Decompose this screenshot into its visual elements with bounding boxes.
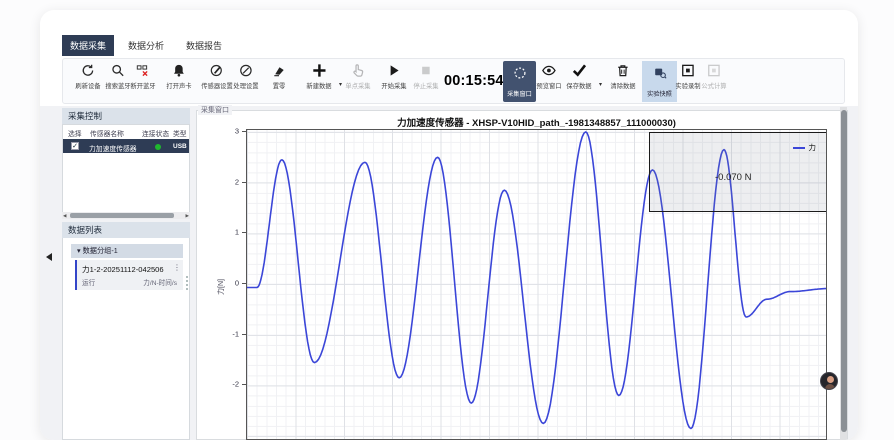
panel-splitter-handle[interactable] [186,276,188,290]
vertical-scrollbar[interactable] [840,107,847,440]
col-sensor-name: 传感器名称 [90,128,124,138]
flag-icon [272,63,287,78]
scroll-left-arrow[interactable]: ◀ [63,213,66,219]
chart-plot-area[interactable]: 力 -0.070 N [246,129,827,440]
trash-icon [616,63,631,78]
process-settings-icon [239,63,254,78]
legend-line-swatch [793,147,805,149]
search-bluetooth-button[interactable]: 搜索蓝牙 [105,63,130,90]
check-icon [571,63,587,78]
bluetooth-disconnect-icon [136,63,151,78]
scrollbar-thumb[interactable] [70,213,174,218]
sidebar-collapse-arrow[interactable] [46,253,52,261]
start-collect-button[interactable]: 开始采集 [381,63,406,90]
tab-data-report[interactable]: 数据报告 [178,35,230,56]
connection-status-dot [155,144,161,150]
dashed-circle-icon [513,66,527,85]
plus-icon [311,63,327,78]
sensor-table-header: 选择 传感器名称 连接状态 类型 [63,125,189,139]
single-point-collect-button[interactable]: 单点采集 [345,63,370,90]
app-window: 数据采集 数据分析 数据报告 刷新设备 搜索蓝牙 断开蓝牙 打开声卡 传感器设置… [40,10,858,440]
sensor-name: 力加速度传感器 [89,143,137,153]
col-select: 选择 [68,128,82,138]
sensor-type: USB [173,143,187,150]
play-icon [387,63,402,78]
main-tabs: 数据采集 数据分析 数据报告 [62,35,230,56]
hand-point-icon [351,63,366,78]
preview-window-button[interactable]: 预览窗口 [536,63,561,90]
chart-legend[interactable]: 力 [793,142,817,153]
y-tick-label: 0 [235,279,239,288]
sensor-checkbox[interactable]: ✓ [71,142,79,150]
data-item-status: 运行 [82,277,95,287]
data-item-axes: 力/N-时间/s [143,277,177,287]
process-settings-button[interactable]: 处理设置 [233,63,258,90]
col-type: 类型 [173,128,187,138]
sensor-settings-icon [209,63,224,78]
data-panel-header: 数据列表 [62,222,190,238]
chart-groupbox-label: 采集窗口 [198,105,232,115]
experiment-snapshot-button[interactable]: 实验快照 [642,61,677,102]
sensor-settings-button[interactable]: 传感器设置 [201,63,232,90]
new-data-button[interactable]: 新建数据 [306,63,331,90]
stop-icon [419,63,434,78]
toolbar: 刷新设备 搜索蓝牙 断开蓝牙 打开声卡 传感器设置 处理设置 置零 新建数据 [62,58,845,104]
save-data-dropdown-caret[interactable]: ▾ [599,81,602,88]
search-icon [111,63,126,78]
refresh-icon [81,63,96,78]
sensor-table: 选择 传感器名称 连接状态 类型 ✓ 力加速度传感器 USB [62,124,190,219]
zero-button[interactable]: 置零 [272,63,287,90]
formula-icon [707,63,722,78]
y-tick-label: 3 [235,126,239,135]
clear-data-button[interactable]: 清除数据 [610,63,635,90]
control-panel-header: 采集控制 [62,108,190,124]
bell-icon [172,63,187,78]
formula-calc-button[interactable]: 公式计算 [701,63,726,90]
legend-label: 力 [809,142,817,153]
horizontal-scrollbar[interactable]: ◀ ▶ [62,212,190,219]
eye-icon [542,63,557,78]
vertical-scrollbar-thumb[interactable] [841,110,847,432]
data-group-row[interactable]: ▾ 数据分组-1 [71,244,183,258]
experiment-record-button[interactable]: 实验录制 [675,63,700,90]
disconnect-bluetooth-button[interactable]: 断开蓝牙 [130,63,155,90]
y-axis-tick-labels: 3 2 1 0 -1 -2 [223,129,242,440]
open-soundcard-button[interactable]: 打开声卡 [166,63,191,90]
chart-title: 力加速度传感器 - XHSP-V10HID_path_-1981348857_1… [246,115,827,129]
data-item-title: 力1-2-20251112-042506 [82,264,164,275]
refresh-device-button[interactable]: 刷新设备 [75,63,100,90]
y-tick-label: 1 [235,228,239,237]
scroll-right-arrow[interactable]: ▶ [186,213,189,219]
sensor-row[interactable]: ✓ 力加速度传感器 USB [63,139,189,153]
capture-window-button[interactable]: 采集窗口 [503,61,536,102]
col-conn-status: 连接状态 [142,128,169,138]
snapshot-icon [653,66,667,85]
item-menu-icon[interactable]: ⋮ [173,263,181,272]
y-tick-label: -2 [232,380,239,389]
y-tick-label: 2 [235,177,239,186]
collection-timer: 00:15:54 [444,59,502,103]
stop-collect-button[interactable]: 停止采集 [413,63,438,90]
record-icon [681,63,696,78]
tab-data-collect[interactable]: 数据采集 [62,35,114,56]
tab-data-analysis[interactable]: 数据分析 [120,35,172,56]
assistant-avatar-button[interactable] [820,372,838,390]
y-tick-label: -1 [232,329,239,338]
data-list: ▾ 数据分组-1 力1-2-20251112-042506 ⋮ 运行 力/N-时… [62,238,190,440]
measurement-annotation: -0.070 N [715,172,751,183]
data-item[interactable]: 力1-2-20251112-042506 ⋮ 运行 力/N-时间/s [75,260,183,290]
new-data-dropdown-caret[interactable]: ▾ [339,81,342,88]
save-data-button[interactable]: 保存数据 [566,63,591,90]
